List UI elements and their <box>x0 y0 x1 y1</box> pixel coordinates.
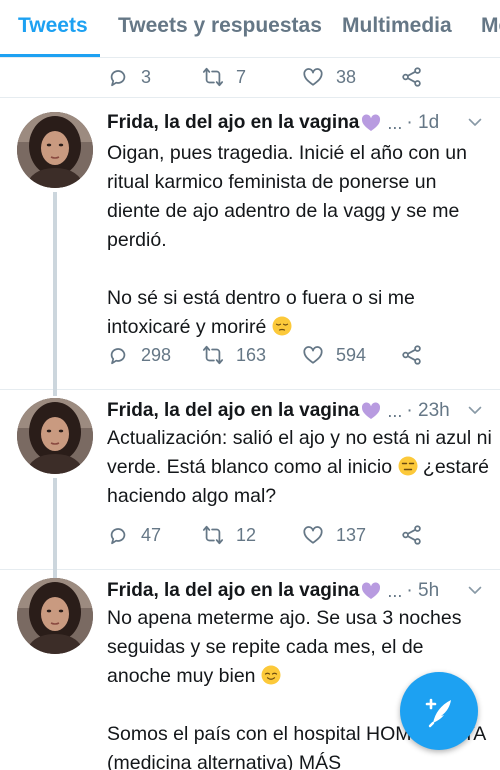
avatar[interactable] <box>17 398 93 474</box>
like-count: 594 <box>336 344 367 365</box>
reply-button[interactable]: 3 <box>107 64 151 90</box>
like-button[interactable]: 594 <box>302 342 366 368</box>
retweet-count: 7 <box>236 66 247 87</box>
thread-line <box>53 192 57 390</box>
purple-heart-icon <box>361 113 381 133</box>
reply-button[interactable]: 47 <box>107 522 161 548</box>
tweet-text: Oigan, pues tragedia. Inicié el año con … <box>107 139 492 342</box>
tweet-text: Actualización: salió el ajo y no está ni… <box>107 424 492 511</box>
compose-icon <box>425 698 451 728</box>
thread-line <box>53 570 57 578</box>
tweet-header: Frida, la del ajo en la vagina ... · 1d <box>107 110 487 136</box>
retweet-button[interactable]: 12 <box>202 522 256 548</box>
name-truncation: ... <box>387 580 403 601</box>
like-count: 38 <box>336 66 357 87</box>
like-icon <box>302 344 324 366</box>
display-name[interactable]: Frida, la del ajo en la vagina <box>107 112 359 134</box>
like-icon <box>302 524 324 546</box>
purple-heart-icon <box>361 581 381 601</box>
share-icon <box>401 524 423 546</box>
profile-tabs: Tweets Tweets y respuestas Multimedia Me <box>0 0 500 58</box>
tweet[interactable]: Frida, la del ajo en la vagina ... · 23h… <box>0 390 500 570</box>
tweet-paragraph: Oigan, pues tragedia. Inicié el año con … <box>107 142 467 251</box>
pensive-face-icon <box>272 316 292 336</box>
tweet-paragraph: No sé si está dentro o fuera o si me int… <box>107 287 415 338</box>
reply-icon <box>107 344 129 366</box>
reply-count: 298 <box>141 344 172 365</box>
timestamp[interactable]: · 1d <box>406 112 439 134</box>
tweet-header: Frida, la del ajo en la vagina ... · 5h <box>107 578 487 604</box>
tab-media[interactable]: Multimedia <box>342 14 452 38</box>
like-icon <box>302 66 324 88</box>
relieved-face-icon <box>261 665 281 685</box>
avatar[interactable] <box>17 112 93 188</box>
reply-count: 47 <box>141 524 162 545</box>
display-name[interactable]: Frida, la del ajo en la vagina <box>107 580 359 602</box>
retweet-icon <box>202 524 224 546</box>
share-icon <box>401 344 423 366</box>
retweet-icon <box>202 344 224 366</box>
avatar-photo <box>17 578 93 654</box>
thread-line <box>53 390 57 396</box>
avatar-photo <box>17 398 93 474</box>
chevron-down-icon[interactable] <box>467 402 483 418</box>
tab-tweets-replies[interactable]: Tweets y respuestas <box>118 14 322 38</box>
tweet-actions: 47 12 137 <box>107 522 437 548</box>
tab-likes[interactable]: Me <box>481 14 500 38</box>
tweet-actions: 298 163 594 <box>107 342 437 368</box>
like-button[interactable]: 38 <box>302 64 356 90</box>
share-button[interactable] <box>401 64 435 90</box>
retweet-button[interactable]: 7 <box>202 64 246 90</box>
timestamp[interactable]: · 5h <box>406 580 439 602</box>
expressionless-face-icon <box>398 456 418 476</box>
chevron-down-icon[interactable] <box>467 114 483 130</box>
name-truncation: ... <box>387 400 403 421</box>
retweet-count: 163 <box>236 344 267 365</box>
reply-count: 3 <box>141 66 152 87</box>
thread-line <box>53 478 57 570</box>
tweet[interactable]: Frida, la del ajo en la vagina ... · 1d … <box>0 98 500 390</box>
share-button[interactable] <box>401 342 435 368</box>
share-icon <box>401 66 423 88</box>
retweet-button[interactable]: 163 <box>202 342 266 368</box>
avatar[interactable] <box>17 578 93 654</box>
tweet-paragraph: No apena meterme ajo. Se usa 3 noches se… <box>107 607 462 687</box>
previous-tweet-actions: 3 7 38 <box>0 58 500 98</box>
display-name[interactable]: Frida, la del ajo en la vagina <box>107 400 359 422</box>
retweet-count: 12 <box>236 524 257 545</box>
tweet-header: Frida, la del ajo en la vagina ... · 23h <box>107 398 487 424</box>
timestamp[interactable]: · 23h <box>406 400 449 422</box>
like-count: 137 <box>336 524 367 545</box>
retweet-icon <box>202 66 224 88</box>
reply-icon <box>107 524 129 546</box>
share-button[interactable] <box>401 522 435 548</box>
compose-tweet-button[interactable] <box>400 672 478 750</box>
reply-icon <box>107 66 129 88</box>
tab-tweets[interactable]: Tweets <box>18 14 88 38</box>
avatar-photo <box>17 112 93 188</box>
chevron-down-icon[interactable] <box>467 582 483 598</box>
name-truncation: ... <box>387 112 403 133</box>
like-button[interactable]: 137 <box>302 522 366 548</box>
purple-heart-icon <box>361 401 381 421</box>
reply-button[interactable]: 298 <box>107 342 171 368</box>
